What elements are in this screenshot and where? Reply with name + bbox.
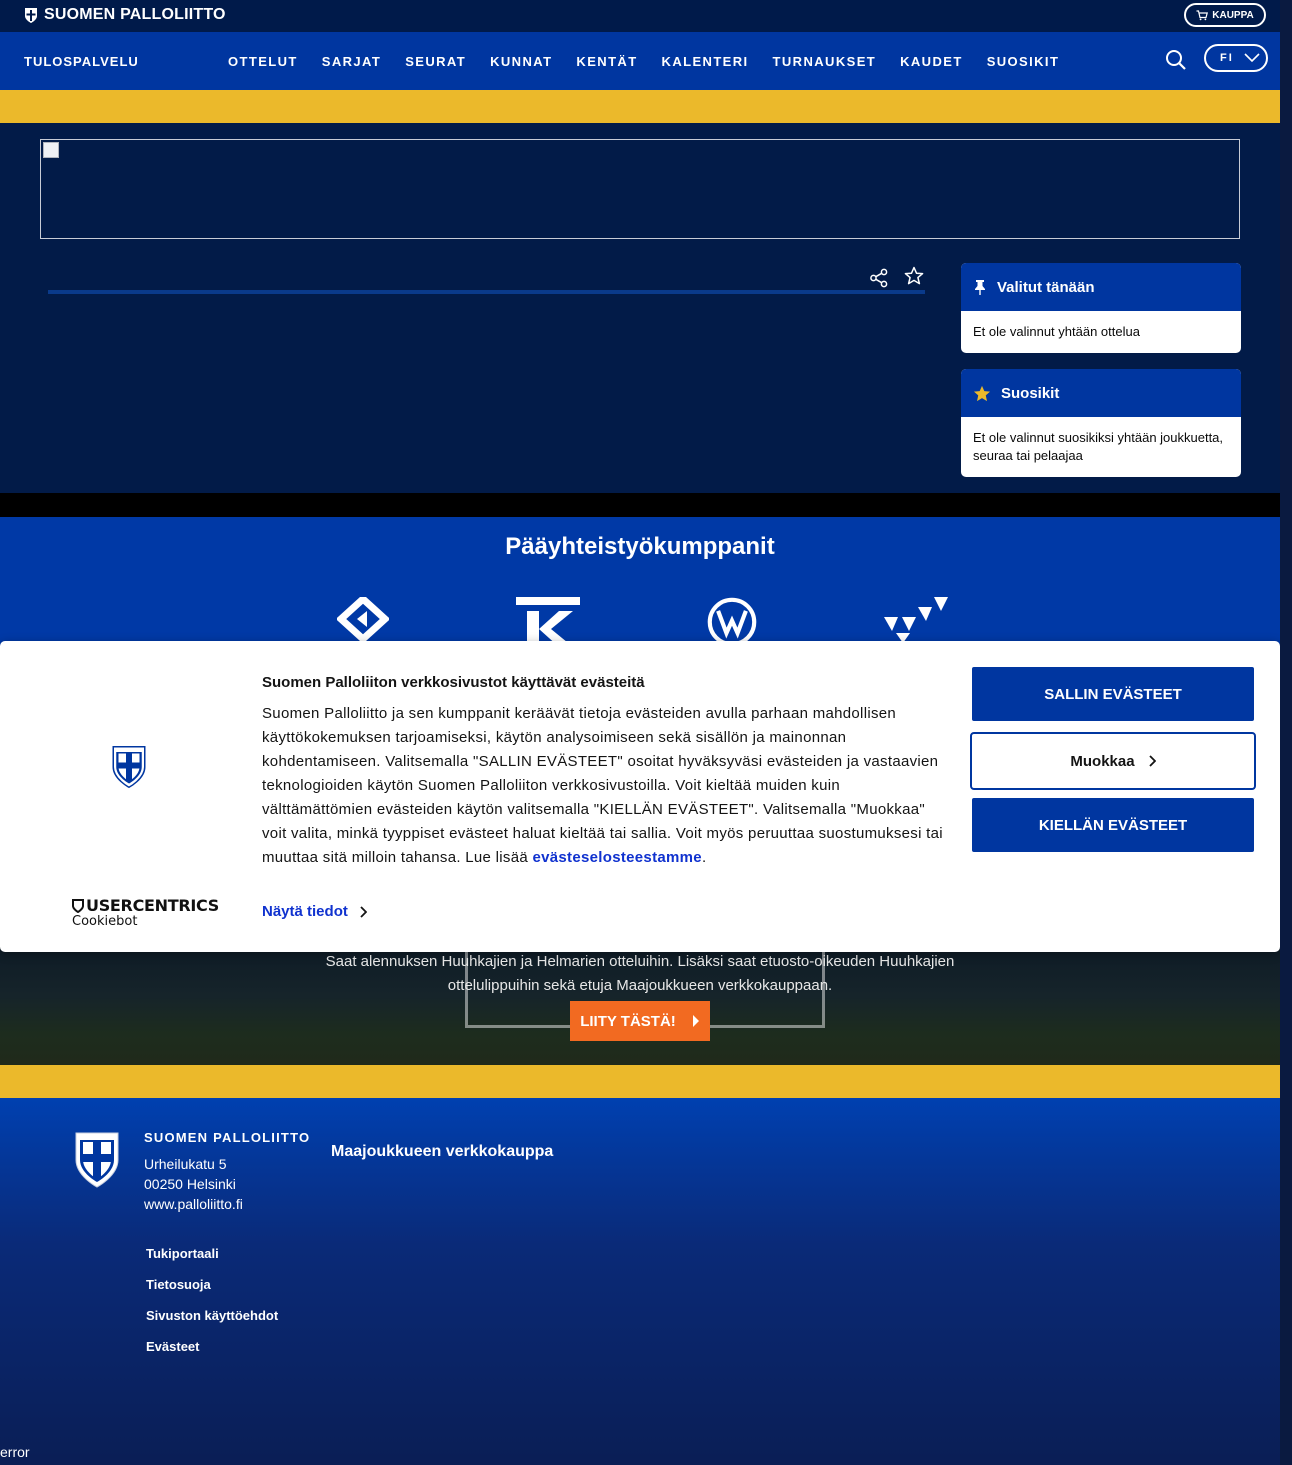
brand-logo[interactable]: SUOMEN PALLOLIITTO xyxy=(24,6,226,24)
nav-items: OTTELUT SARJAT SEURAT KUNNAT KENTÄT KALE… xyxy=(228,54,1059,69)
promo-line-1: Saat alennuksen Huuhkajien ja Helmarien … xyxy=(325,953,955,970)
nav-item-kentat[interactable]: KENTÄT xyxy=(576,54,637,69)
join-button[interactable]: LIITY TÄSTÄ! xyxy=(570,1001,710,1041)
nav-item-turnaukset[interactable]: TURNAUKSET xyxy=(773,54,877,69)
footer-web[interactable]: www.palloliitto.fi xyxy=(144,1194,243,1214)
partners-title: Pääyhteistyökumppanit xyxy=(505,533,775,560)
match-progress-line xyxy=(48,290,925,294)
page-scrollbar[interactable] xyxy=(1280,0,1292,1465)
accent-bar xyxy=(0,1065,1280,1098)
ad-banner[interactable] xyxy=(40,139,1240,239)
footer-address: Urheilukatu 5 00250 Helsinki www.palloli… xyxy=(144,1154,243,1214)
shield-icon xyxy=(25,7,37,23)
footer: SUOMEN PALLOLIITTO Urheilukatu 5 00250 H… xyxy=(0,1098,1280,1465)
shield-icon xyxy=(112,746,146,789)
chevron-down-icon xyxy=(1244,53,1260,63)
chevron-right-icon xyxy=(1148,755,1156,767)
show-details-label: Näytä tiedot xyxy=(262,903,348,920)
footer-shop-link[interactable]: Maajoukkueen verkkokauppa xyxy=(331,1143,553,1161)
shield-icon[interactable] xyxy=(73,1130,121,1190)
language-selector[interactable]: FI xyxy=(1204,44,1268,72)
pin-icon xyxy=(975,280,985,295)
nav-item-suosikit[interactable]: SUOSIKIT xyxy=(987,54,1060,69)
card-body: Et ole valinnut yhtään ottelua xyxy=(973,324,1140,339)
favorites-card: Suosikit Et ole valinnut suosikiksi yhtä… xyxy=(961,369,1241,477)
customize-cookies-button[interactable]: Muokkaa xyxy=(970,732,1256,790)
footer-link-tietosuoja[interactable]: Tietosuoja xyxy=(146,1277,278,1292)
nav-item-kaudet[interactable]: KAUDET xyxy=(900,54,963,69)
cookiebot-label: Cookiebot xyxy=(72,914,138,929)
usercentrics-logo[interactable]: USERCENTRICS Cookiebot xyxy=(72,896,219,929)
star-icon xyxy=(973,385,991,401)
nav-item-kunnat[interactable]: KUNNAT xyxy=(490,54,552,69)
card-body: Et ole valinnut suosikiksi yhtään joukku… xyxy=(973,430,1224,463)
usercentrics-label: USERCENTRICS xyxy=(86,896,219,915)
card-header: Suosikit xyxy=(961,369,1241,417)
allow-cookies-button[interactable]: SALLIN EVÄSTEET xyxy=(972,667,1254,721)
customize-label: Muokkaa xyxy=(1070,752,1135,770)
language-label: FI xyxy=(1220,52,1234,64)
usercentrics-wordmark: USERCENTRICS xyxy=(72,896,219,915)
top-bar: SUOMEN PALLOLIITTO KAUPPA xyxy=(0,0,1280,32)
nav-item-kalenteri[interactable]: KALENTERI xyxy=(662,54,749,69)
cookie-consent-dialog: USERCENTRICS Cookiebot Suomen Palloliito… xyxy=(0,641,1280,952)
divider xyxy=(0,493,1280,517)
footer-org-name: SUOMEN PALLOLIITTO xyxy=(144,1130,311,1145)
partners-section: Pääyhteistyökumppanit xyxy=(0,517,1280,647)
error-text: error xyxy=(0,1444,30,1460)
cookie-body-period: . xyxy=(701,849,707,866)
card-header: Valitut tänään xyxy=(961,263,1241,311)
membership-promo: Saat alennuksen Huuhkajien ja Helmarien … xyxy=(0,940,1280,1065)
share-icon[interactable] xyxy=(869,268,889,288)
partner-logo-2[interactable] xyxy=(515,597,581,647)
nav-item-ottelut[interactable]: OTTELUT xyxy=(228,54,298,69)
main-content: Valitut tänään Et ole valinnut yhtään ot… xyxy=(0,123,1280,493)
shop-button[interactable]: KAUPPA xyxy=(1184,3,1266,27)
footer-street: Urheilukatu 5 xyxy=(144,1156,227,1172)
deny-cookies-button[interactable]: KIELLÄN EVÄSTEET xyxy=(972,798,1254,852)
partner-logo-1[interactable] xyxy=(337,597,389,641)
join-label: LIITY TÄSTÄ! xyxy=(580,1012,676,1030)
nav-item-seurat[interactable]: SEURAT xyxy=(405,54,466,69)
partner-logo-3[interactable] xyxy=(696,597,768,647)
footer-city: 00250 Helsinki xyxy=(144,1176,236,1192)
promo-line-2: ottelulippuihin sekä etuja Maajoukkueen … xyxy=(447,977,833,994)
show-details-link[interactable]: Näytä tiedot xyxy=(262,903,367,920)
chevron-right-icon xyxy=(360,905,367,918)
cookie-title: Suomen Palloliiton verkkosivustot käyttä… xyxy=(262,674,645,691)
cookie-body-text: Suomen Palloliitto ja sen kumppanit kerä… xyxy=(262,705,943,866)
footer-links: Tukiportaali Tietosuoja Sivuston käyttöe… xyxy=(146,1246,278,1354)
cart-icon xyxy=(1196,9,1209,20)
cookie-body: Suomen Palloliitto ja sen kumppanit kerä… xyxy=(262,702,952,870)
footer-link-tukiportaali[interactable]: Tukiportaali xyxy=(146,1246,278,1261)
footer-link-evasteet[interactable]: Evästeet xyxy=(146,1339,278,1354)
main-nav: TULOSPALVELU OTTELUT SARJAT SEURAT KUNNA… xyxy=(0,32,1280,90)
nav-item-sarjat[interactable]: SARJAT xyxy=(322,54,381,69)
search-icon[interactable] xyxy=(1165,49,1187,71)
footer-link-kayttoehdot[interactable]: Sivuston käyttöehdot xyxy=(146,1308,278,1323)
accent-bar xyxy=(0,90,1280,123)
caret-right-icon xyxy=(692,1015,699,1027)
shield-outline-icon xyxy=(72,898,84,913)
card-title: Suosikit xyxy=(1001,384,1060,402)
partner-logo-4[interactable] xyxy=(882,597,952,643)
nav-title[interactable]: TULOSPALVELU xyxy=(24,54,139,69)
promo-text: Saat alennuksen Huuhkajien ja Helmarien … xyxy=(0,950,1280,998)
broken-image-icon xyxy=(43,142,59,158)
brand-name: SUOMEN PALLOLIITTO xyxy=(44,6,226,23)
shop-label: KAUPPA xyxy=(1212,9,1254,21)
cookie-policy-link[interactable]: evästeselosteestamme xyxy=(532,849,701,866)
card-title: Valitut tänään xyxy=(997,278,1095,296)
selected-today-card: Valitut tänään Et ole valinnut yhtään ot… xyxy=(961,263,1241,353)
star-outline-icon[interactable] xyxy=(904,266,924,286)
